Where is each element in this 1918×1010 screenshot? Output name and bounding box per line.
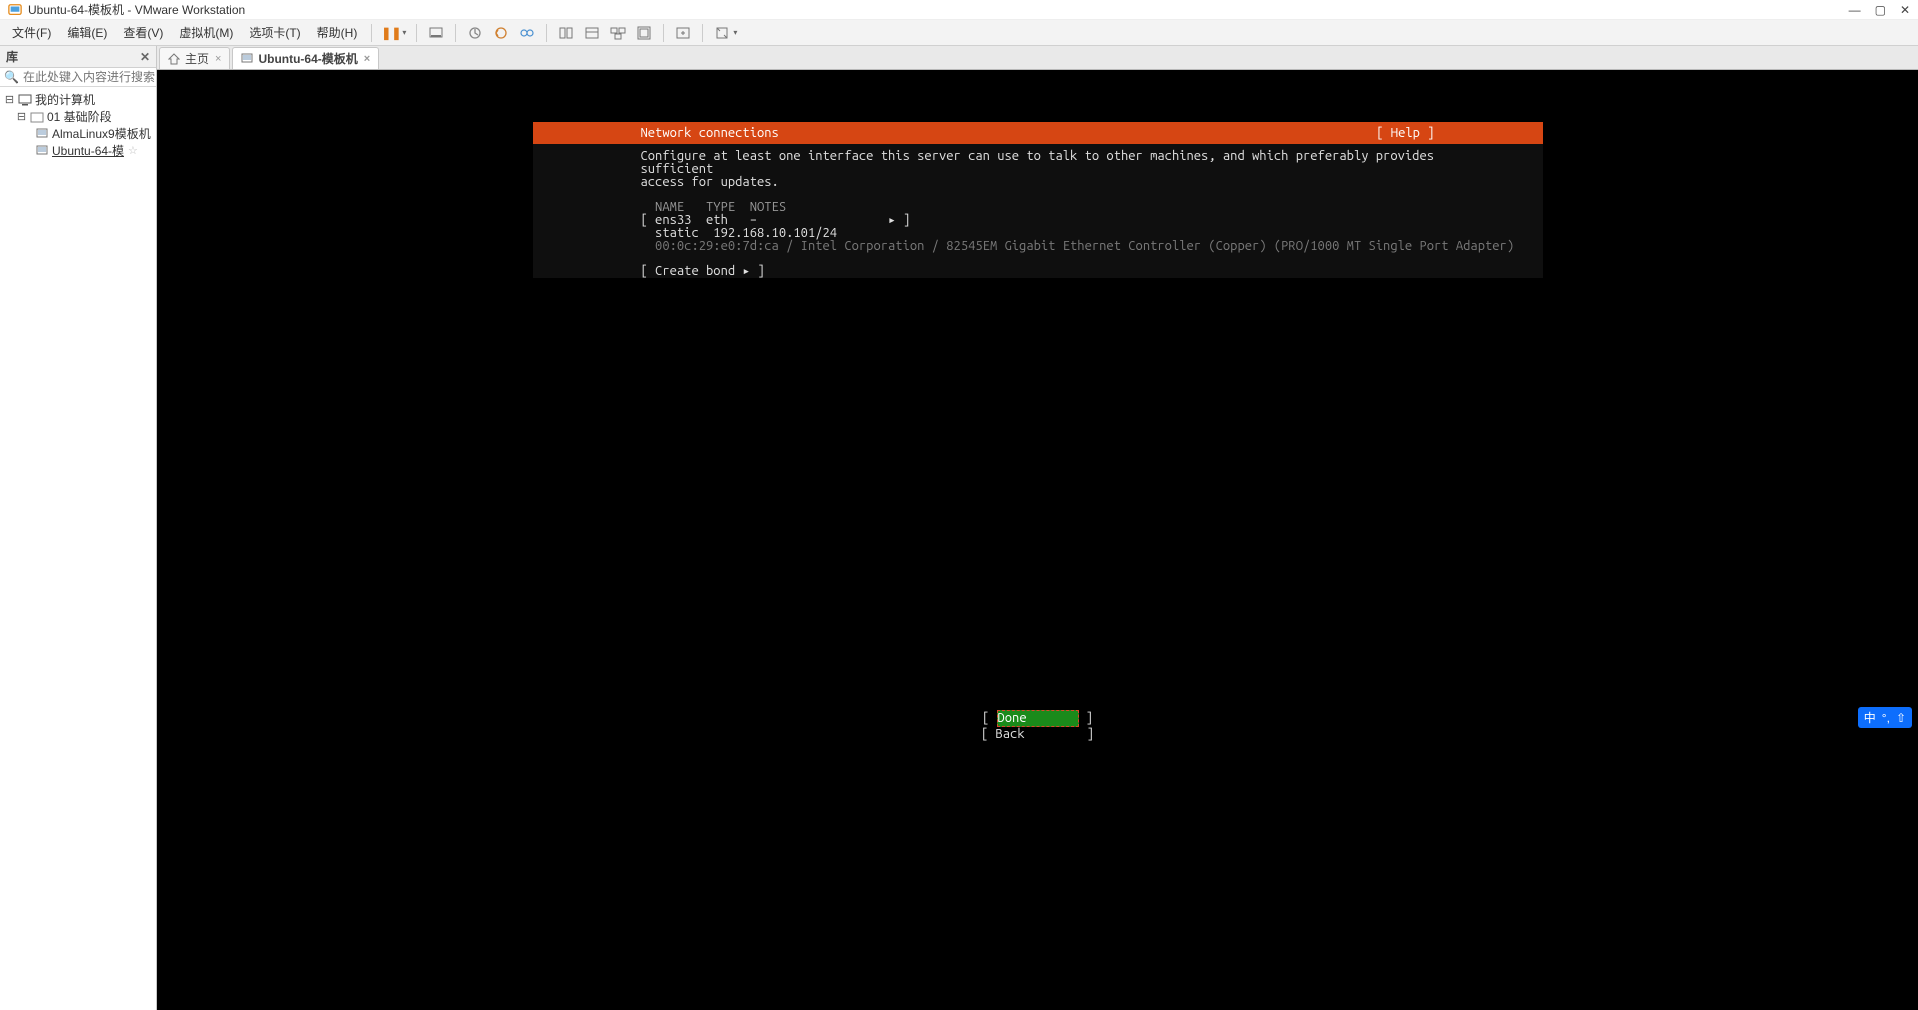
installer-footer: [ Done ] [ Back ] bbox=[533, 710, 1543, 742]
tab-active-vm[interactable]: Ubuntu-64-模板机 × bbox=[232, 47, 379, 69]
toolbar-separator bbox=[663, 24, 664, 42]
back-button-wrapper: [ Back ] bbox=[981, 727, 1094, 742]
installer-header: Network connections [ Help ] bbox=[533, 122, 1543, 144]
tree-node-vm[interactable]: AlmaLinux9模板机 bbox=[2, 125, 154, 142]
maximize-button[interactable]: ▢ bbox=[1875, 3, 1886, 17]
view-single-icon[interactable] bbox=[581, 22, 603, 44]
tree-label: Ubuntu-64-模 bbox=[52, 142, 124, 159]
create-bond-button[interactable]: [ Create bond ▸ ] bbox=[641, 265, 1435, 278]
collapse-icon[interactable]: ⊟ bbox=[16, 110, 27, 123]
tab-close-icon[interactable]: × bbox=[364, 53, 370, 65]
menu-view[interactable]: 查看(V) bbox=[115, 21, 171, 44]
toolbar-separator bbox=[702, 24, 703, 42]
main-layout: 库 ✕ 🔍 ▼ ⊟ 我的计算机 ⊟ 01 基础阶段 bbox=[0, 46, 1918, 1010]
tree-node-group[interactable]: ⊟ 01 基础阶段 bbox=[2, 108, 154, 125]
stretch-icon[interactable] bbox=[711, 22, 733, 44]
library-title: 库 bbox=[6, 48, 18, 65]
installer-description: Configure at least one interface this se… bbox=[641, 150, 1435, 189]
menu-tabs[interactable]: 选项卡(T) bbox=[241, 21, 308, 44]
computer-icon bbox=[18, 93, 32, 107]
library-panel: 库 ✕ 🔍 ▼ ⊟ 我的计算机 ⊟ 01 基础阶段 bbox=[0, 46, 157, 1010]
library-search: 🔍 ▼ bbox=[0, 68, 156, 87]
tab-close-icon[interactable]: × bbox=[215, 53, 221, 65]
library-tree: ⊟ 我的计算机 ⊟ 01 基础阶段 AlmaLinux9模板机 bbox=[0, 87, 156, 163]
pause-button[interactable]: ❚❚ bbox=[380, 22, 402, 44]
installer-help-button[interactable]: [ Help ] bbox=[1376, 127, 1542, 140]
stretch-dropdown[interactable]: ▾ bbox=[733, 28, 737, 37]
menu-file[interactable]: 文件(F) bbox=[4, 21, 59, 44]
tree-label: AlmaLinux9模板机 bbox=[52, 125, 151, 142]
back-row: [ Back ] bbox=[981, 727, 1094, 742]
tree-label: 我的计算机 bbox=[35, 91, 95, 108]
close-button[interactable]: ✕ bbox=[1900, 3, 1910, 17]
done-row: [ Done ] bbox=[982, 710, 1093, 727]
favorite-star-icon[interactable]: ☆ bbox=[128, 144, 138, 157]
power-dropdown[interactable]: ▾ bbox=[402, 28, 406, 37]
tabs-strip: 主页 × Ubuntu-64-模板机 × bbox=[157, 46, 1918, 70]
folder-icon bbox=[30, 110, 44, 124]
send-ctrl-alt-del-icon[interactable] bbox=[425, 22, 447, 44]
ime-lang[interactable]: 中 bbox=[1864, 709, 1876, 726]
snapshot-manager-icon[interactable] bbox=[516, 22, 538, 44]
installer-body: Configure at least one interface this se… bbox=[533, 144, 1543, 278]
menu-vm[interactable]: 虚拟机(M) bbox=[171, 21, 241, 44]
toolbar-separator bbox=[546, 24, 547, 42]
window-title: Ubuntu-64-模板机 - VMware Workstation bbox=[28, 1, 1849, 18]
ime-punct[interactable]: °, bbox=[1882, 711, 1890, 725]
library-search-input[interactable] bbox=[23, 70, 178, 84]
tab-label: Ubuntu-64-模板机 bbox=[258, 50, 357, 67]
ubuntu-installer: Network connections [ Help ] Configure a… bbox=[533, 122, 1543, 278]
view-multi-icon[interactable] bbox=[607, 22, 629, 44]
done-button[interactable]: Done bbox=[997, 710, 1079, 727]
menu-help[interactable]: 帮助(H) bbox=[309, 21, 366, 44]
vm-icon bbox=[35, 144, 49, 158]
window-controls: — ▢ ✕ bbox=[1849, 3, 1910, 17]
app-icon bbox=[8, 3, 22, 17]
library-close-icon[interactable]: ✕ bbox=[140, 50, 150, 64]
back-button[interactable]: Back bbox=[996, 727, 1080, 742]
done-button-wrapper: [ Done ] bbox=[982, 710, 1093, 727]
tree-node-root[interactable]: ⊟ 我的计算机 bbox=[2, 91, 154, 108]
collapse-icon[interactable]: ⊟ bbox=[4, 93, 15, 106]
interface-hardware: 00:0c:29:e0:7d:ca / Intel Corporation / … bbox=[641, 240, 1435, 253]
fullscreen-icon[interactable] bbox=[672, 22, 694, 44]
installer-title: Network connections bbox=[533, 127, 779, 140]
home-icon bbox=[168, 53, 180, 65]
toolbar-separator bbox=[416, 24, 417, 42]
toolbar-separator bbox=[371, 24, 372, 42]
view-unity-icon[interactable] bbox=[633, 22, 655, 44]
window-titlebar: Ubuntu-64-模板机 - VMware Workstation — ▢ ✕ bbox=[0, 0, 1918, 20]
snapshot-revert-icon[interactable] bbox=[490, 22, 512, 44]
main-toolbar: 文件(F) 编辑(E) 查看(V) 虚拟机(M) 选项卡(T) 帮助(H) ❚❚… bbox=[0, 20, 1918, 46]
library-header: 库 ✕ bbox=[0, 46, 156, 68]
minimize-button[interactable]: — bbox=[1849, 3, 1861, 17]
tab-home[interactable]: 主页 × bbox=[159, 47, 230, 69]
vm-icon bbox=[35, 127, 49, 141]
tree-node-vm-active[interactable]: Ubuntu-64-模 ☆ bbox=[2, 142, 154, 159]
content-area: 主页 × Ubuntu-64-模板机 × Network connections… bbox=[157, 46, 1918, 1010]
tab-label: 主页 bbox=[185, 50, 209, 67]
view-console-icon[interactable] bbox=[555, 22, 577, 44]
ime-caps[interactable]: ⇧ bbox=[1896, 711, 1906, 725]
ime-indicator[interactable]: 中 °, ⇧ bbox=[1858, 707, 1912, 728]
vm-console[interactable]: Network connections [ Help ] Configure a… bbox=[157, 70, 1918, 1010]
snapshot-take-icon[interactable] bbox=[464, 22, 486, 44]
vm-icon bbox=[241, 53, 253, 65]
search-icon: 🔍 bbox=[4, 70, 19, 84]
toolbar-separator bbox=[455, 24, 456, 42]
menu-edit[interactable]: 编辑(E) bbox=[59, 21, 115, 44]
tree-label: 01 基础阶段 bbox=[47, 108, 112, 125]
